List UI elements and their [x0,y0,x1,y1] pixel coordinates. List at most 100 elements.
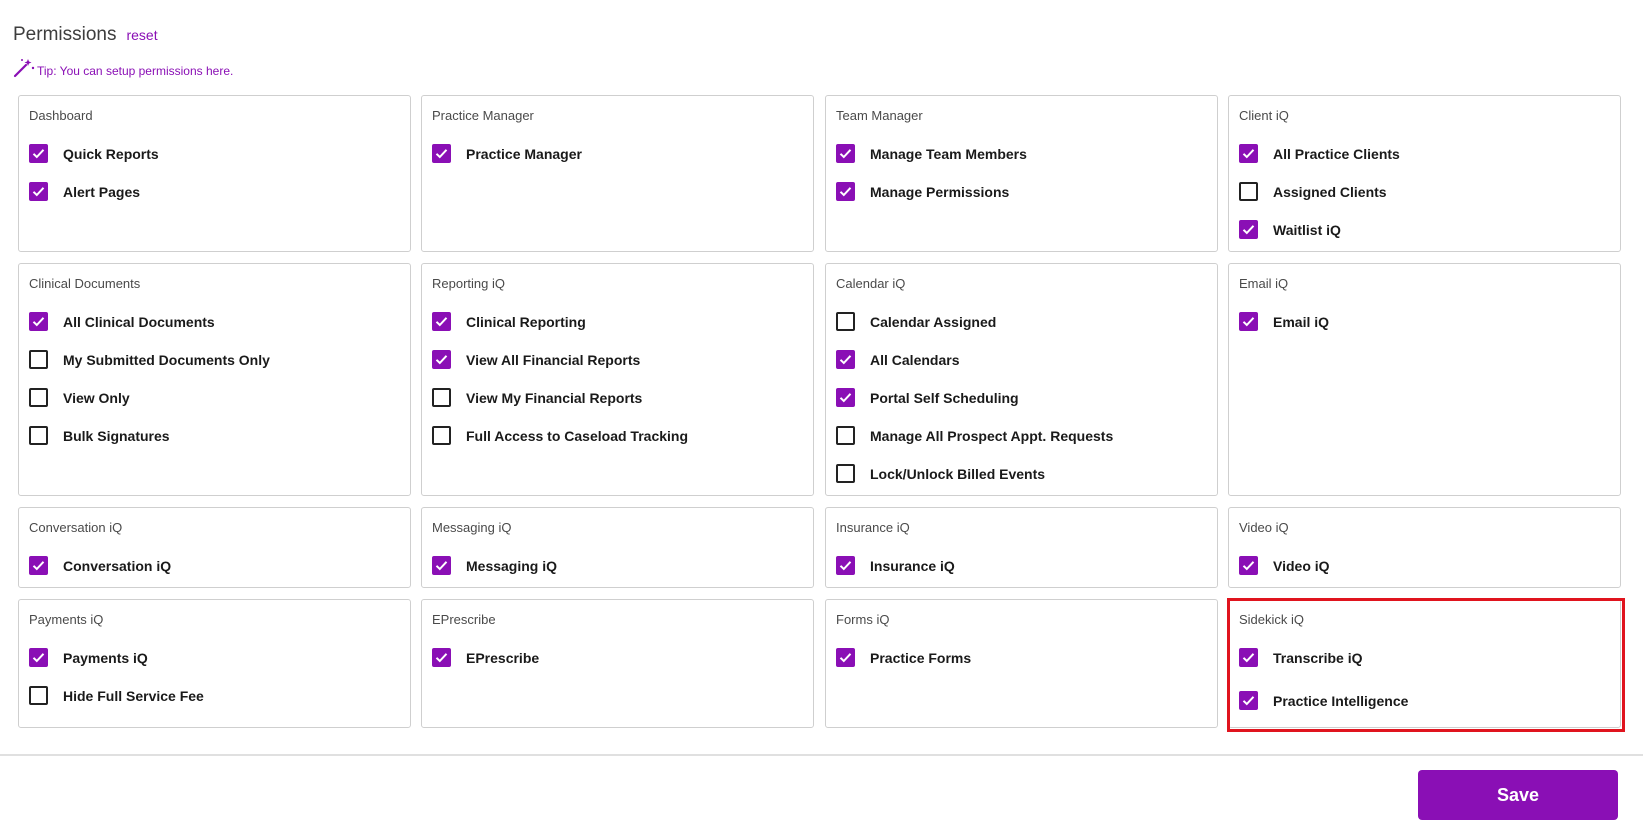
checkbox-checked[interactable] [29,556,48,575]
permission-item[interactable]: Quick Reports [29,144,159,163]
checkbox-checked[interactable] [1239,648,1258,667]
permission-item[interactable]: Email iQ [1239,312,1329,331]
checkbox-checked[interactable] [432,350,451,369]
checkbox-checked[interactable] [836,648,855,667]
permission-item[interactable]: Insurance iQ [836,556,955,575]
checkbox-unchecked[interactable] [836,312,855,331]
permission-item[interactable]: View All Financial Reports [432,350,640,369]
footer-divider [0,754,1643,756]
checkbox-checked[interactable] [836,388,855,407]
panel-messaging-iq: Messaging iQ Messaging iQ [421,507,814,588]
panel-title: Dashboard [29,108,93,123]
check-icon [1242,317,1255,327]
permission-item[interactable]: Alert Pages [29,182,140,201]
check-icon [32,317,45,327]
permission-label: View All Financial Reports [466,351,641,368]
check-icon [435,317,448,327]
permission-item[interactable]: All Calendars [836,350,959,369]
checkbox-unchecked[interactable] [29,388,48,407]
panel-practice-manager: Practice Manager Practice Manager [421,95,814,252]
checkbox-checked[interactable] [29,144,48,163]
permission-label: Practice Intelligence [1273,692,1409,709]
permission-label: Manage Team Members [870,145,1027,162]
permission-item[interactable]: All Clinical Documents [29,312,215,331]
permission-item[interactable]: Transcribe iQ [1239,648,1362,667]
permission-label: My Submitted Documents Only [63,351,270,368]
checkbox-checked[interactable] [1239,691,1258,710]
checkbox-checked[interactable] [836,182,855,201]
panel-title: EPrescribe [432,612,496,627]
permission-item[interactable]: Clinical Reporting [432,312,586,331]
checkbox-checked[interactable] [29,182,48,201]
checkbox-checked[interactable] [836,350,855,369]
checkbox-checked[interactable] [432,144,451,163]
checkbox-checked[interactable] [432,312,451,331]
panel-title: Practice Manager [432,108,534,123]
permissions-header: Permissions reset [13,24,158,46]
permission-item[interactable]: Practice Forms [836,648,971,667]
permission-label: Messaging iQ [466,557,558,574]
checkbox-unchecked[interactable] [432,388,451,407]
checkbox-unchecked[interactable] [29,686,48,705]
permission-item[interactable]: Video iQ [1239,556,1330,575]
permission-item[interactable]: Manage Team Members [836,144,1027,163]
permission-label: Clinical Reporting [466,313,586,330]
permission-item[interactable]: Assigned Clients [1239,182,1387,201]
permission-item[interactable]: Conversation iQ [29,556,171,575]
checkbox-checked[interactable] [1239,312,1258,331]
permission-item[interactable]: Calendar Assigned [836,312,996,331]
checkbox-checked[interactable] [432,556,451,575]
permission-item[interactable]: Messaging iQ [432,556,557,575]
checkbox-checked[interactable] [836,144,855,163]
permission-item[interactable]: EPrescribe [432,648,539,667]
panel-title: Payments iQ [29,612,104,627]
permission-item[interactable]: View Only [29,388,130,407]
checkbox-checked[interactable] [1239,220,1258,239]
tip-text: Tip: You can setup permissions here. [37,64,234,78]
permission-label: Payments iQ [63,649,148,666]
permission-label: Hide Full Service Fee [63,687,204,704]
check-icon [1242,561,1255,571]
permission-item[interactable]: Hide Full Service Fee [29,686,204,705]
checkbox-checked[interactable] [29,312,48,331]
permission-item[interactable]: Portal Self Scheduling [836,388,1019,407]
permission-item[interactable]: Manage All Prospect Appt. Requests [836,426,1113,445]
check-icon [1242,696,1255,706]
check-icon [435,561,448,571]
permission-item[interactable]: My Submitted Documents Only [29,350,270,369]
permission-item[interactable]: Lock/Unlock Billed Events [836,464,1045,483]
permission-item[interactable]: Practice Intelligence [1239,691,1408,710]
check-icon [32,561,45,571]
permission-item[interactable]: Manage Permissions [836,182,1009,201]
checkbox-checked[interactable] [29,648,48,667]
permission-label: Practice Forms [870,649,972,666]
check-icon [839,393,852,403]
checkbox-unchecked[interactable] [836,464,855,483]
permission-item[interactable]: Bulk Signatures [29,426,170,445]
permission-item[interactable]: Practice Manager [432,144,582,163]
permission-label: Portal Self Scheduling [870,389,1019,406]
checkbox-unchecked[interactable] [836,426,855,445]
checkbox-unchecked[interactable] [29,426,48,445]
permission-item[interactable]: Payments iQ [29,648,148,667]
checkbox-checked[interactable] [1239,144,1258,163]
reset-link[interactable]: reset [126,27,157,43]
checkbox-unchecked[interactable] [432,426,451,445]
checkbox-checked[interactable] [1239,556,1258,575]
permission-item[interactable]: Waitlist iQ [1239,220,1341,239]
save-button[interactable]: Save [1418,770,1618,820]
panel-eprescribe: EPrescribe EPrescribe [421,599,814,728]
checkbox-unchecked[interactable] [1239,182,1258,201]
checkbox-unchecked[interactable] [29,350,48,369]
permission-item[interactable]: All Practice Clients [1239,144,1400,163]
permission-label: Video iQ [1273,557,1330,574]
panel-video-iq: Video iQ Video iQ [1228,507,1621,588]
permission-label: Manage All Prospect Appt. Requests [870,427,1114,444]
permission-label: All Clinical Documents [63,313,215,330]
checkbox-checked[interactable] [432,648,451,667]
check-icon [435,653,448,663]
permission-item[interactable]: View My Financial Reports [432,388,642,407]
permission-label: View My Financial Reports [466,389,643,406]
permission-item[interactable]: Full Access to Caseload Tracking [432,426,688,445]
checkbox-checked[interactable] [836,556,855,575]
